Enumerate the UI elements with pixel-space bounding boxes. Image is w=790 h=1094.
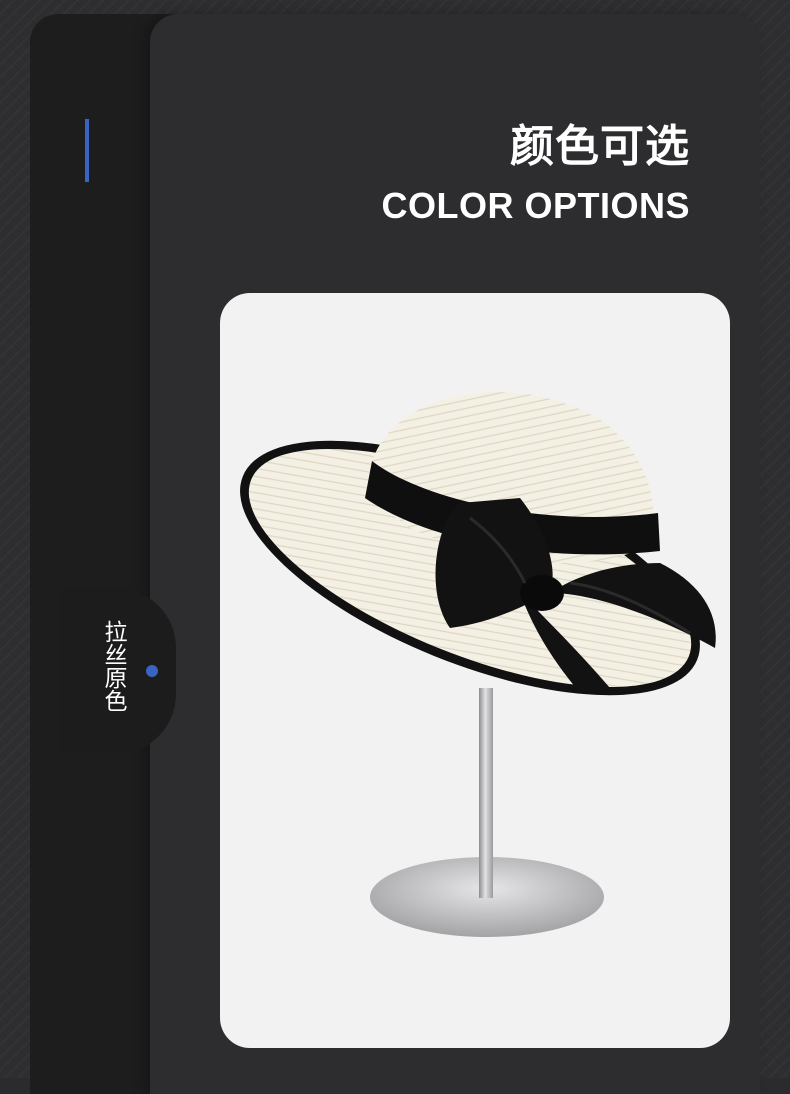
product-image-card [220, 293, 730, 1048]
page-subtitle: COLOR OPTIONS [381, 185, 690, 226]
selected-indicator-dot [146, 665, 158, 677]
accent-bar [85, 119, 89, 182]
hat-product-image [240, 391, 716, 937]
color-option-label[interactable]: 拉丝原色 [92, 620, 126, 712]
page-title: 颜色可选 [510, 121, 690, 172]
